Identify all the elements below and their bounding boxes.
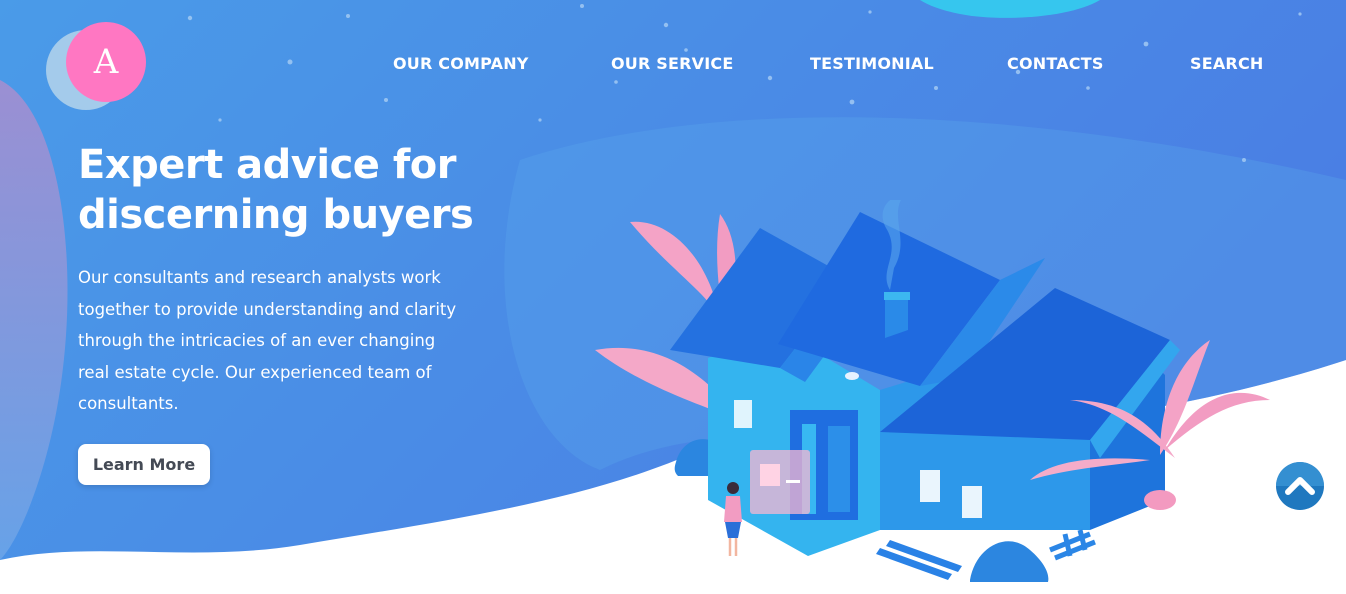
hero-description-line: consultants. [78,394,179,413]
hero-section: A OUR COMPANY OUR SERVICE TESTIMONIAL CO… [0,0,1346,594]
nav-item-our-service[interactable]: OUR SERVICE [611,54,733,73]
nav-item-our-company[interactable]: OUR COMPANY [393,54,529,73]
fence [1049,529,1096,561]
hero-description-line: through the intricacies of an ever chang… [78,331,436,350]
learn-more-button[interactable]: Learn More [78,444,210,485]
hero-title-line: Expert advice for [78,142,456,188]
nav-item-search[interactable]: SEARCH [1190,54,1264,73]
hero-description-line: real estate cycle. Our experienced team … [78,362,432,382]
hero-description: Our consultants and research analysts wo… [78,262,518,420]
front-steps [876,540,962,580]
house [670,200,1180,556]
house-illustration [595,200,1270,582]
nav-item-contacts[interactable]: CONTACTS [1007,54,1104,73]
scroll-to-top-button[interactable] [1272,458,1328,514]
hero-description-line: together to provide understanding and cl… [78,299,457,319]
main-nav: OUR COMPANY OUR SERVICE TESTIMONIAL CONT… [0,54,1346,76]
chevron-up-icon [1273,459,1327,513]
hero-description-line: Our consultants and research analysts wo… [78,268,441,287]
nav-item-testimonial[interactable]: TESTIMONIAL [810,54,934,73]
bush-right [970,541,1049,582]
hero-title: Expert advice for discerning buyers [78,140,558,240]
hero-title-line: discerning buyers [78,192,474,238]
